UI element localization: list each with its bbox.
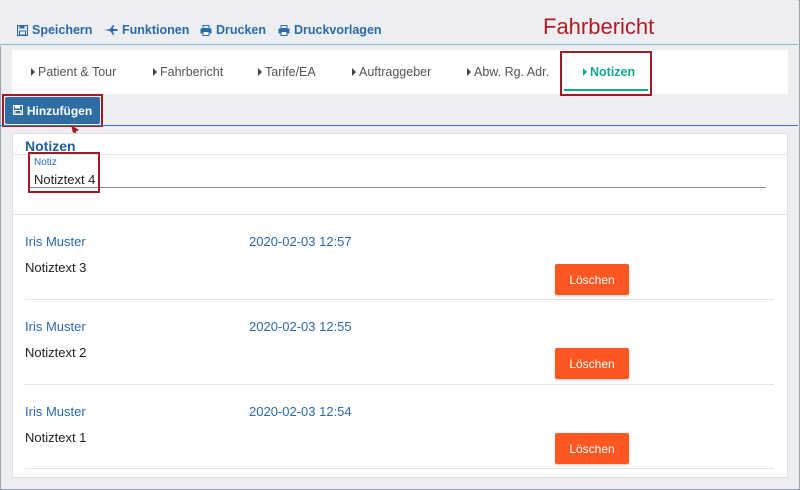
plane-icon bbox=[104, 25, 118, 35]
print-templates-label: Druckvorlagen bbox=[294, 23, 382, 37]
entry-divider bbox=[25, 384, 774, 385]
delete-button[interactable]: Löschen bbox=[555, 433, 629, 464]
caret-right-icon bbox=[31, 68, 35, 76]
functions-label: Funktionen bbox=[122, 23, 190, 37]
caret-right-icon bbox=[352, 68, 356, 76]
caret-right-icon bbox=[258, 68, 262, 76]
entry-divider bbox=[25, 468, 774, 469]
entry-divider bbox=[25, 299, 774, 300]
tab-auftraggeber[interactable]: Auftraggeber bbox=[352, 50, 431, 94]
tab-tarife-ea[interactable]: Tarife/EA bbox=[258, 50, 316, 94]
entry-text: Notiztext 3 bbox=[25, 260, 87, 275]
entry-author: Iris Muster bbox=[25, 234, 86, 249]
panel-title-divider bbox=[13, 154, 787, 155]
toolbar-divider bbox=[0, 44, 798, 45]
printer-icon bbox=[200, 24, 212, 36]
tab-patient-tour[interactable]: Patient & Tour bbox=[31, 50, 116, 94]
tab-fahrbericht[interactable]: Fahrbericht bbox=[153, 50, 223, 94]
entry-text: Notiztext 2 bbox=[25, 345, 87, 360]
entry-author: Iris Muster bbox=[25, 319, 86, 334]
entry-date: 2020-02-03 12:55 bbox=[249, 319, 352, 334]
caret-right-icon bbox=[153, 68, 157, 76]
tab-label: Fahrbericht bbox=[160, 65, 224, 79]
tab-label: Abw. Rg. Adr. bbox=[474, 65, 550, 79]
caret-right-icon bbox=[467, 68, 471, 76]
tab-bar: Patient & Tour Fahrbericht Tarife/EA Auf… bbox=[12, 50, 788, 94]
action-divider bbox=[0, 125, 798, 126]
tab-label: Auftraggeber bbox=[359, 65, 432, 79]
page-title: Fahrbericht bbox=[543, 14, 655, 39]
print-label: Drucken bbox=[216, 23, 267, 37]
toolbar: Speichern Funktionen Drucken Druckvorlag… bbox=[0, 0, 798, 46]
tab-abw-rg-adr[interactable]: Abw. Rg. Adr. bbox=[467, 50, 549, 94]
annotation-box-note bbox=[28, 152, 100, 193]
printer-icon bbox=[278, 24, 290, 36]
print-templates-button[interactable]: Druckvorlagen bbox=[278, 22, 382, 38]
section-divider bbox=[13, 214, 787, 215]
tab-label: Patient & Tour bbox=[38, 65, 117, 79]
entry-date: 2020-02-03 12:54 bbox=[249, 404, 352, 419]
save-button[interactable]: Speichern bbox=[17, 22, 92, 38]
delete-button[interactable]: Löschen bbox=[555, 348, 629, 379]
delete-button[interactable]: Löschen bbox=[555, 264, 629, 295]
note-input-underline bbox=[30, 187, 766, 188]
tab-label: Tarife/EA bbox=[265, 65, 316, 79]
print-button[interactable]: Drucken bbox=[200, 22, 266, 38]
annotation-box-tab bbox=[560, 51, 652, 96]
entry-text: Notiztext 1 bbox=[25, 430, 87, 445]
floppy-icon bbox=[17, 24, 28, 36]
annotation-box-add-button bbox=[2, 94, 103, 127]
functions-button[interactable]: Funktionen bbox=[104, 22, 189, 38]
entry-author: Iris Muster bbox=[25, 404, 86, 419]
entry-date: 2020-02-03 12:57 bbox=[249, 234, 352, 249]
save-label: Speichern bbox=[32, 23, 93, 37]
